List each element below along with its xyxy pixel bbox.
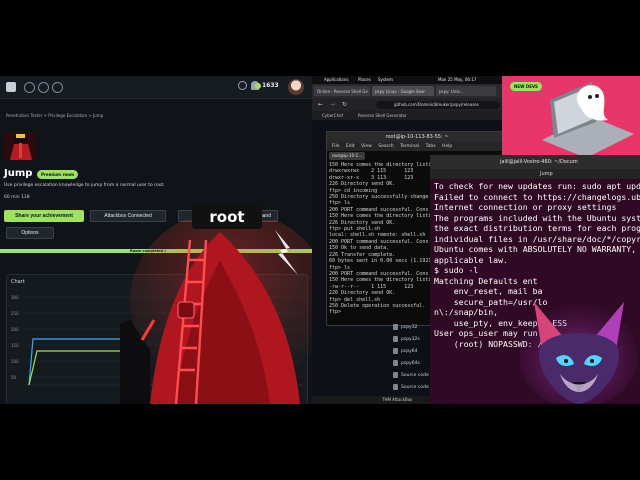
- terminal-local-output-line: Matching Defaults ent: [434, 275, 538, 286]
- chart-y-tick-label: 250: [11, 311, 19, 316]
- term-menu-file[interactable]: File: [332, 144, 340, 149]
- terminal-local-titlebar: jalil@jalil-Vostro-460: ~/Docum: [430, 155, 640, 169]
- nav-globe-icon[interactable]: [52, 82, 63, 93]
- term-menu-help[interactable]: Help: [442, 144, 452, 149]
- file-icon: [393, 348, 398, 354]
- url-bar[interactable]: github.com/DominicBreuker/pspy/releases: [376, 101, 500, 109]
- forward-icon[interactable]: →: [330, 101, 335, 108]
- terminal-local-output-line: $ sudo -l: [434, 265, 479, 275]
- room-stats: 60 min 118: [4, 195, 30, 200]
- villain-illustration: [120, 220, 320, 404]
- chart-y-tick-label: 100: [11, 359, 19, 364]
- menu-applications[interactable]: Applications: [324, 77, 348, 82]
- points-icon: [255, 83, 261, 89]
- bookmark-cyberchef[interactable]: CyberChef: [322, 113, 343, 118]
- term-menu-search[interactable]: Search: [378, 144, 393, 149]
- bookmarks-bar: CyberChef Reverse Shell Generator: [312, 111, 502, 120]
- list-item[interactable]: pspy64: [393, 346, 433, 356]
- options-button[interactable]: Options: [6, 227, 54, 239]
- terminal-tab[interactable]: root@ip-10-1...: [329, 152, 366, 160]
- terminal-local-output-line: To check for new updates run: sudo apt u…: [434, 181, 640, 191]
- avatar[interactable]: [288, 79, 304, 95]
- terminal-local-tab-jump[interactable]: Jump: [540, 171, 553, 177]
- list-item[interactable]: pspy64s: [393, 358, 433, 368]
- terminal-local-output-line: env_reset, mail ba: [434, 286, 543, 296]
- chart-y-tick-label: 50: [11, 375, 17, 380]
- file-icon: [393, 360, 398, 366]
- letterbox-top: [0, 0, 640, 76]
- thm-logo-icon[interactable]: [6, 82, 16, 92]
- taskbar-attackbox[interactable]: THM AttackBox: [382, 397, 412, 402]
- nav-grid-icon[interactable]: [24, 82, 35, 93]
- desktop-topbar: Applications Places System Mon 25 May, 0…: [312, 76, 502, 84]
- clock: Mon 25 May, 06:17: [438, 77, 477, 82]
- nav-trophy-icon[interactable]: [38, 82, 49, 93]
- premium-badge: Premium room: [37, 170, 79, 179]
- terminal-local-output-line: individual files in /usr/share/doc/*/cop…: [434, 233, 640, 244]
- chart-tab[interactable]: Chart: [11, 279, 25, 285]
- terminal-local-output-line: applicable law.: [434, 254, 508, 265]
- terminal-local-output-line: the exact distribution terms for each pr…: [434, 223, 640, 233]
- terminal-local-output-line: Ubuntu comes with ABSOLUTELY NO WARRANTY…: [434, 244, 640, 254]
- release-assets-list: pspy32 pspy32s pspy64 pspy64s Source cod…: [393, 322, 433, 397]
- terminal-root-title: root@ip-10-113-83-55: ~: [327, 132, 507, 142]
- terminal-local-tabbar: Jump: [430, 169, 640, 179]
- term-menu-terminal[interactable]: Terminal: [400, 144, 419, 149]
- file-icon: [393, 324, 398, 330]
- thm-navbar: 1633: [0, 76, 312, 99]
- room-description: Use privilege escalation knowledge to ju…: [4, 183, 165, 188]
- menu-places[interactable]: Places: [358, 77, 371, 82]
- browser-tab-reverse-shell[interactable]: Online - Reverse Shell Ge: [314, 86, 370, 96]
- back-icon[interactable]: ←: [318, 101, 323, 108]
- browser-tab-pspy-search[interactable]: pspy Linux - Google Sear: [372, 86, 434, 96]
- list-item[interactable]: pspy32s: [393, 334, 433, 344]
- chart-y-tick-label: 200: [11, 327, 19, 332]
- terminal-local-output-line: Internet connection or proxy settings: [434, 202, 617, 212]
- terminal-menubar: File Edit View Search Terminal Tabs Help: [327, 142, 507, 151]
- file-icon: [393, 384, 398, 390]
- chart-y-tick-label: 150: [11, 343, 19, 348]
- terminal-local-output-line: Failed to connect to https://changelogs.…: [434, 191, 640, 202]
- fox-illustration: [520, 302, 638, 404]
- root-label: root: [192, 205, 262, 229]
- page-title: Jump: [4, 168, 33, 179]
- points-count: 1633: [262, 82, 279, 89]
- browser-tab-pspy[interactable]: pspy: Unix...: [436, 86, 496, 96]
- term-menu-view[interactable]: View: [361, 144, 372, 149]
- terminal-local-output-line: The programs included with the Ubuntu sy…: [434, 212, 640, 223]
- list-item[interactable]: Source code: [393, 382, 433, 392]
- laptop-ghost-illustration: [542, 82, 634, 155]
- room-thumbnail-art: [4, 132, 36, 160]
- file-icon: [393, 336, 398, 342]
- file-icon: [393, 372, 398, 378]
- term-menu-edit[interactable]: Edit: [346, 144, 355, 149]
- bookmark-reverse-shell[interactable]: Reverse Shell Generator: [358, 113, 407, 118]
- share-achievement-button[interactable]: Share your achievement: [4, 210, 84, 222]
- breadcrumb[interactable]: Penetration Tester > Privilege Escalatio…: [6, 113, 103, 118]
- list-item[interactable]: Source code: [393, 370, 433, 380]
- list-item[interactable]: pspy32: [393, 322, 433, 332]
- letterbox-bottom: [0, 404, 640, 480]
- search-icon[interactable]: [238, 81, 247, 90]
- term-menu-tabs[interactable]: Tabs: [426, 144, 436, 149]
- terminal-local-title: jalil@jalil-Vostro-460: ~/Docum: [500, 159, 578, 165]
- reload-icon[interactable]: ↻: [342, 101, 347, 108]
- room-thumbnail: [4, 132, 36, 160]
- promo-banner: NEW DEVS: [502, 76, 640, 155]
- chart-y-tick-label: 300: [11, 295, 19, 300]
- menu-system[interactable]: System: [378, 77, 393, 82]
